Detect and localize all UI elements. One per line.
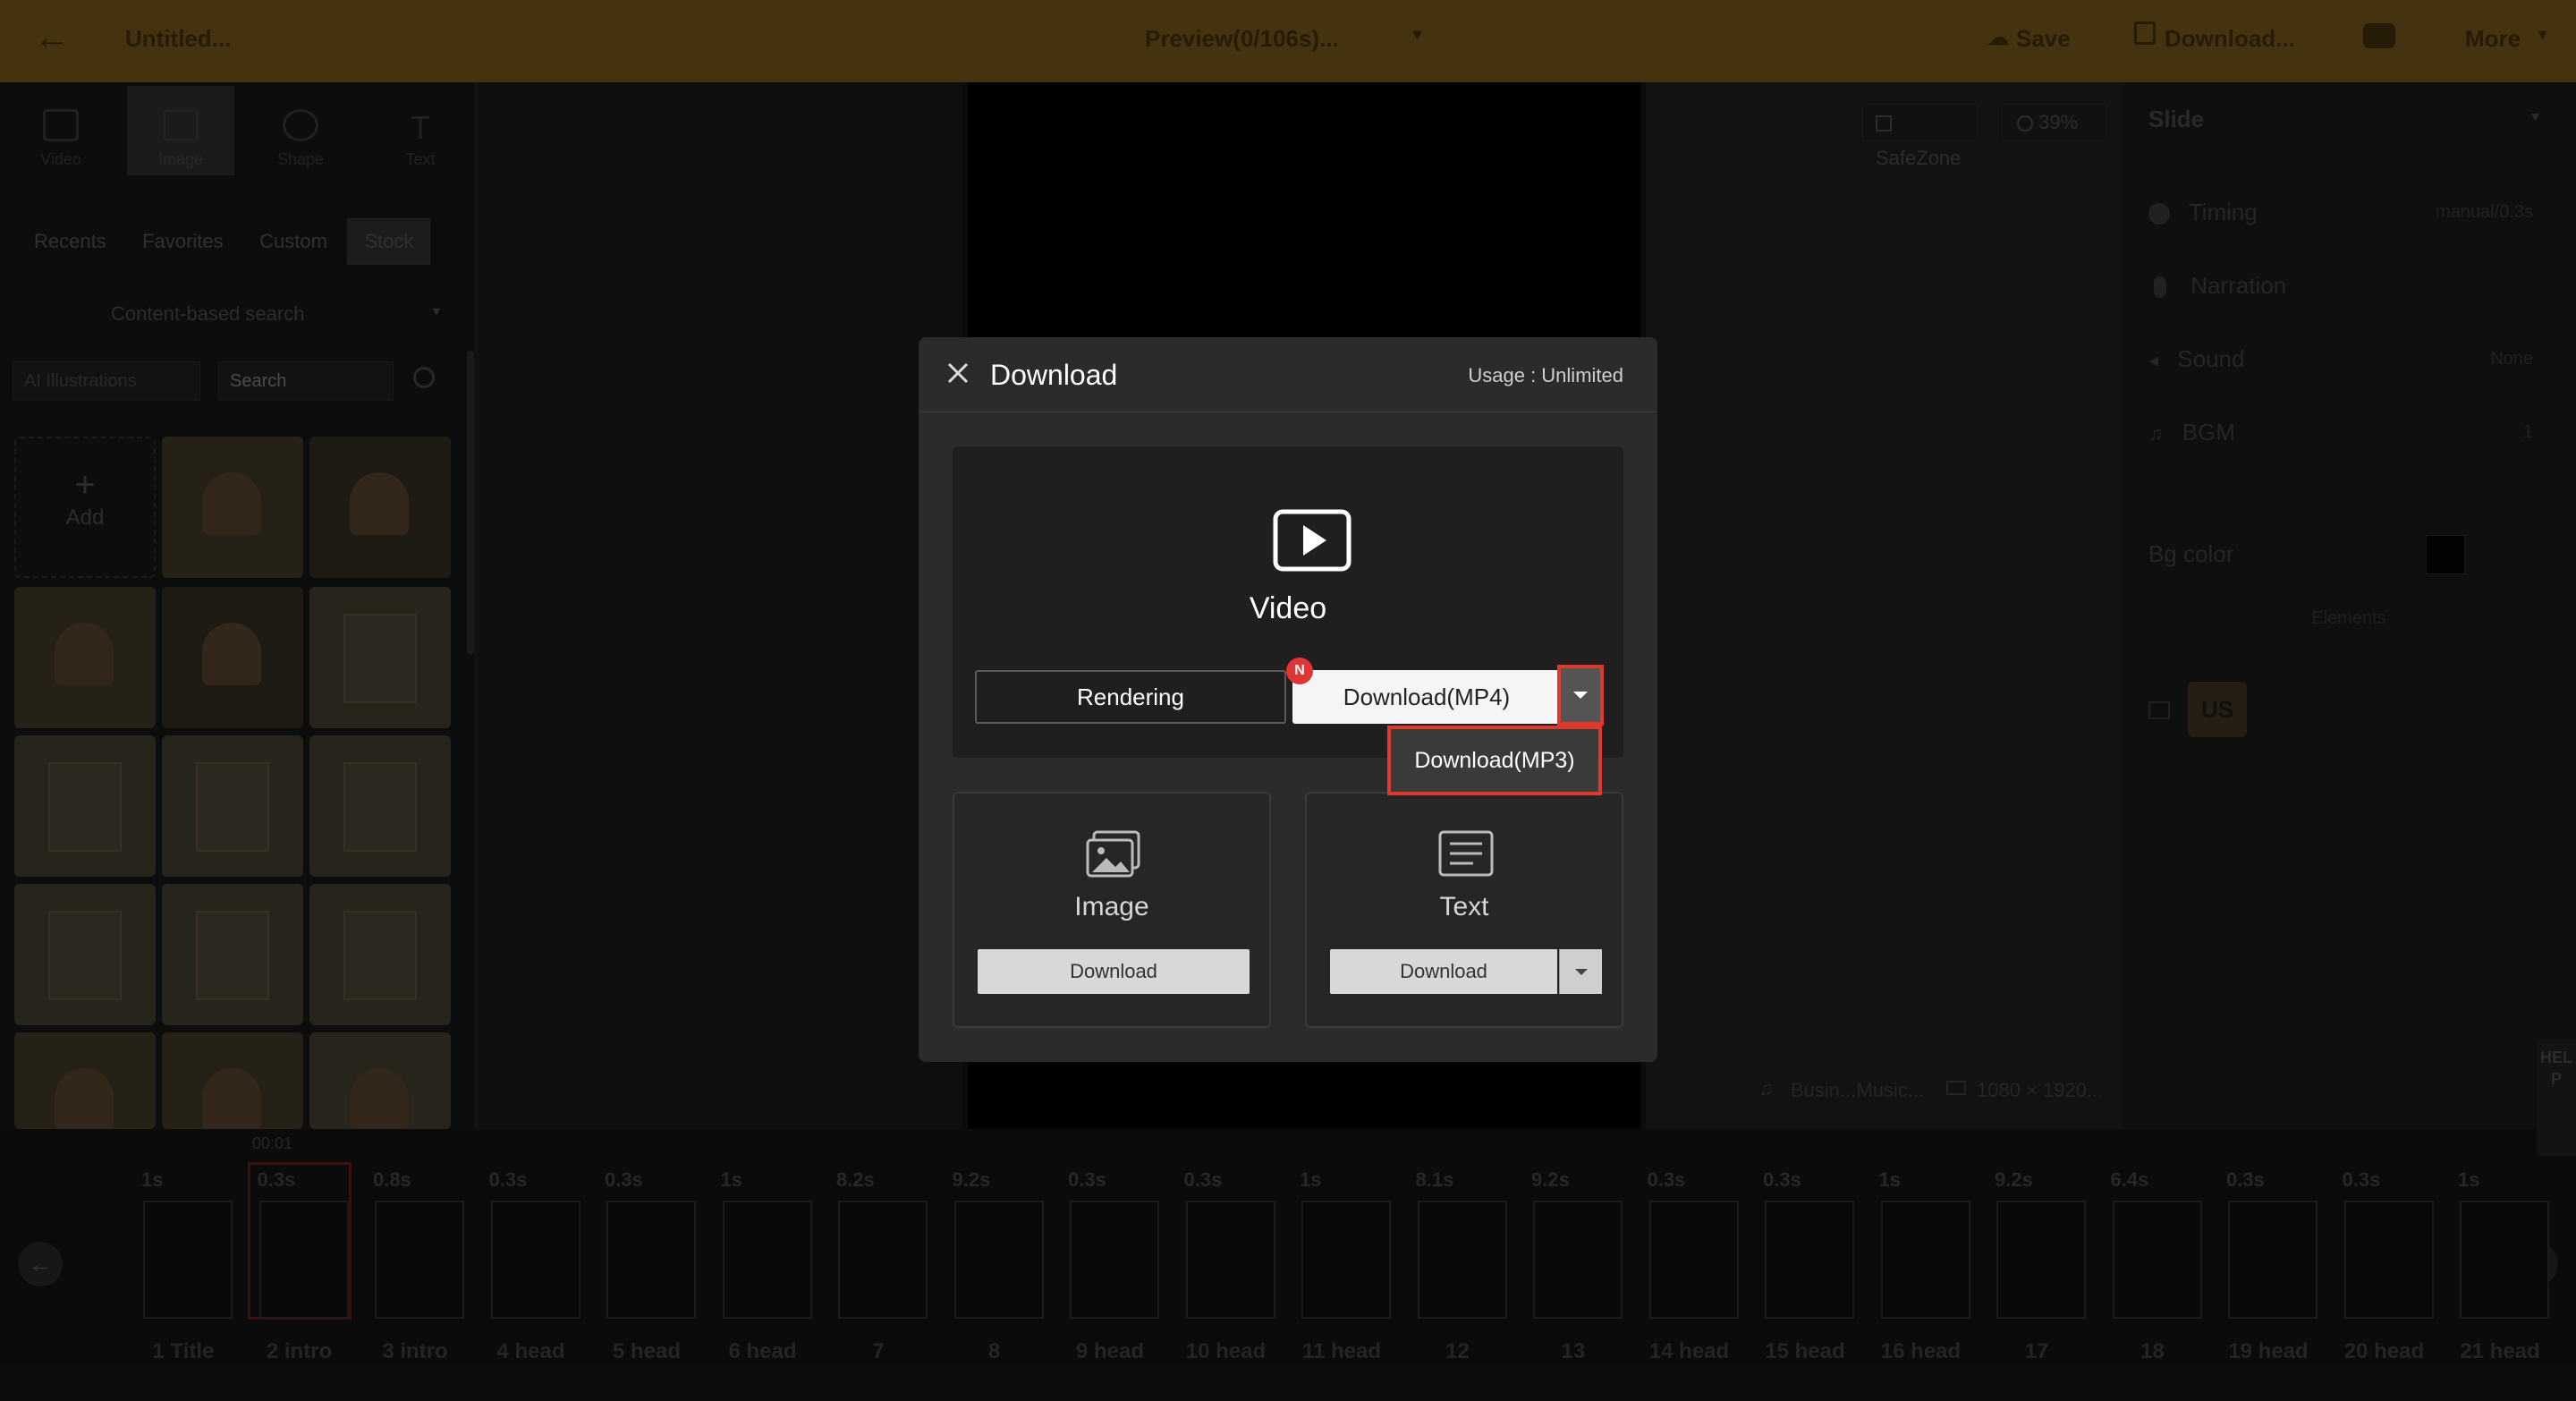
caret-down-icon: [1573, 692, 1588, 699]
download-mp4-button[interactable]: Download(MP4): [1292, 670, 1561, 724]
play-icon: [1273, 509, 1352, 572]
dialog-header: Download Usage : Unlimited: [919, 337, 1657, 412]
image-label: Image: [1074, 892, 1149, 921]
usage-label: Usage : Unlimited: [1468, 364, 1623, 386]
image-icon: [1085, 829, 1142, 879]
video-section: Video Rendering Download(MP4) N: [953, 446, 1623, 758]
download-options-dropdown[interactable]: [1557, 665, 1604, 726]
close-icon[interactable]: [940, 355, 976, 391]
rendering-button[interactable]: Rendering: [975, 670, 1286, 724]
text-download-button[interactable]: Download: [1330, 949, 1557, 994]
dialog-title: Download: [990, 359, 1118, 391]
caret-down-icon: [1575, 969, 1588, 975]
video-label: Video: [1249, 591, 1327, 625]
image-download-button[interactable]: Download: [978, 949, 1250, 994]
text-document-icon: [1437, 829, 1495, 879]
text-section: Text Download: [1305, 792, 1623, 1028]
image-section: Image Download: [953, 792, 1271, 1028]
download-mp3-option[interactable]: Download(MP3): [1387, 726, 1602, 795]
text-label: Text: [1439, 892, 1489, 921]
download-dialog: Download Usage : Unlimited Video Renderi…: [919, 337, 1657, 1062]
new-badge: N: [1286, 658, 1313, 684]
text-download-dropdown[interactable]: [1559, 949, 1602, 994]
